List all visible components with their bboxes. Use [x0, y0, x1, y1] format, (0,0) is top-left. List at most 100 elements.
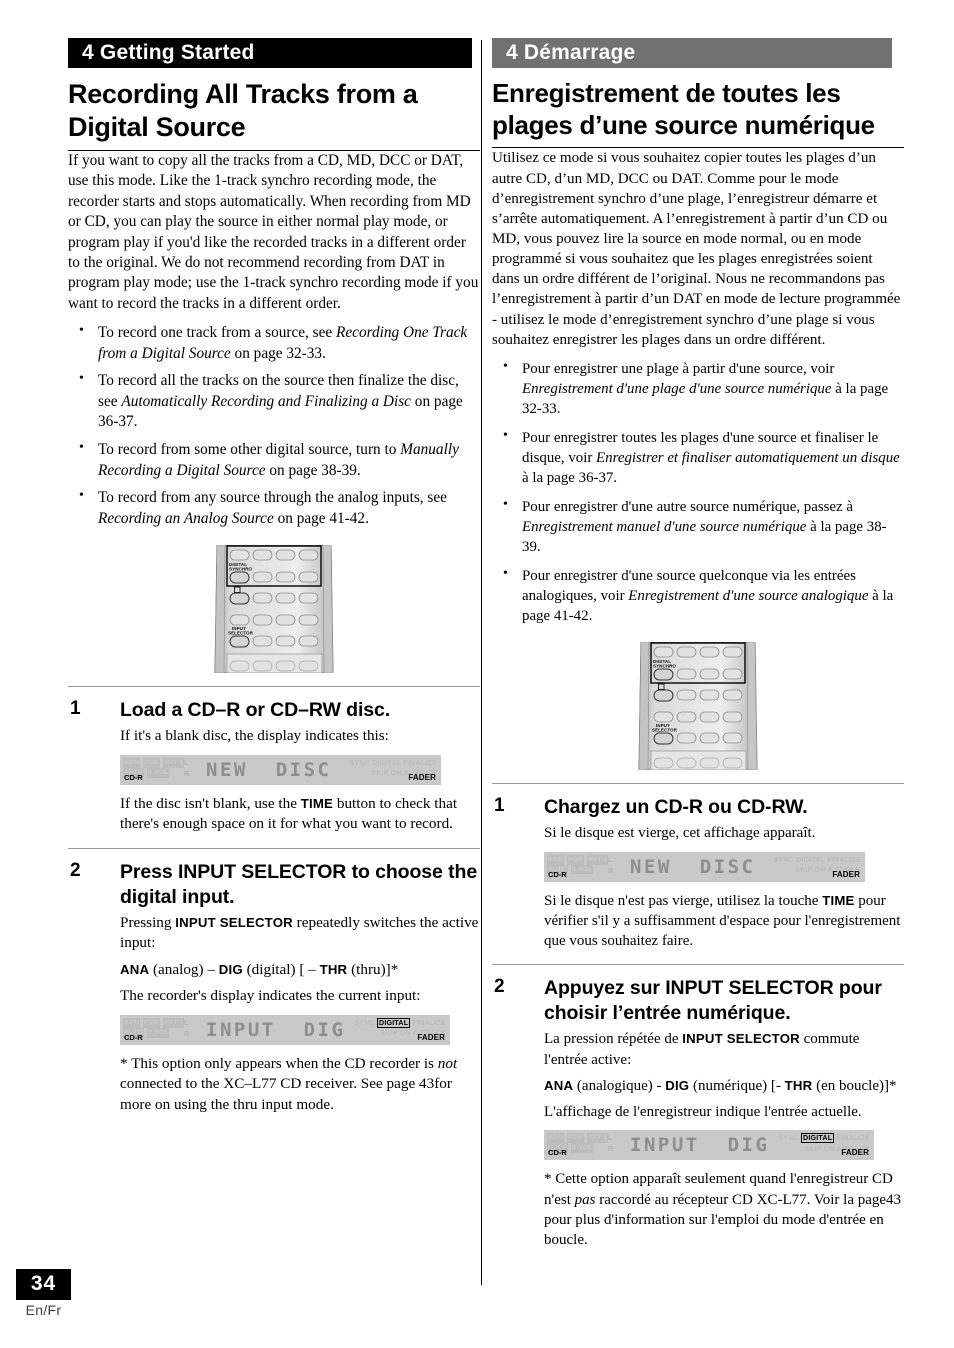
lead-pre: La pression répétée de [544, 1031, 683, 1048]
footnote-post: raccordé au récepteur CD XC-L77. Voir la… [544, 1191, 902, 1249]
step-2-fr: 2 Appuyez sur INPUT SELECTOR pour choisi… [492, 976, 904, 1250]
lcd-indicator-r: R [184, 768, 190, 778]
lcd-indicator-l: L [184, 1017, 189, 1027]
bullet-pre: To record one track from a source, see [98, 324, 337, 342]
lcd-indicator-r: R [184, 1028, 190, 1038]
lcd-display-new-disc-en: RDM PGM RPT-1 AUTO D.VOL L R CD-R NEW DI… [120, 754, 441, 785]
divider [68, 847, 480, 849]
list-item: Pour enregistrer une plage à partir d'un… [492, 358, 904, 419]
lcd-indicator-l: L [184, 757, 189, 767]
lcd-indicator-r: R [608, 1144, 614, 1154]
step-number: 1 [70, 698, 81, 720]
bullet-post: on page 41-42. [273, 509, 369, 527]
lcd-cdr-label: CD-R [124, 772, 143, 782]
list-item: To record from some other digital source… [68, 439, 480, 481]
lcd-main-text: NEW DISC [206, 758, 332, 781]
column-divider [481, 40, 482, 1285]
divider [68, 686, 480, 688]
footnote-fr: * Cette option apparaît seulement quand … [544, 1169, 904, 1250]
lcd-rdm: RDM [547, 1133, 565, 1144]
step-title: Appuyez sur INPUT SELECTOR pour choisir … [544, 977, 882, 1025]
bullet-ref: Enregistrement d'une source analogique [628, 588, 869, 605]
svg-text:SELECTOR: SELECTOR [652, 728, 678, 733]
lcd-rpt1: RPT-1 [163, 1017, 185, 1028]
lcd-rdm: RDM [547, 854, 565, 865]
bullet-ref: Enregistrement manuel d'une source numér… [522, 519, 807, 536]
page-number: 34 [16, 1269, 71, 1300]
list-item: To record from any source through the an… [68, 487, 480, 529]
lcd-dvol: D.VOL [570, 1143, 594, 1154]
step-number: 2 [494, 976, 505, 998]
lcd-pgm: PGM [143, 757, 161, 768]
ana-label: ANA [544, 1077, 574, 1093]
lcd-indicator-l: L [608, 1133, 613, 1143]
footnote-post: connected to the XC–L77 CD receiver. See… [120, 1075, 452, 1113]
chapter-banner-en: 4 Getting Started [68, 38, 472, 68]
page-title-en: Recording All Tracks from a Digital Sour… [68, 78, 480, 151]
bullet-list-en: To record one track from a source, see R… [68, 322, 480, 529]
lcd-rdm: RDM [123, 1017, 141, 1028]
bullet-ref: Automatically Recording and Finalizing a… [121, 392, 411, 410]
step-lead: Si le disque est vierge, cet affichage a… [544, 825, 816, 842]
step-1-en: 1 Load a CD–R or CD–RW disc. If it's a b… [68, 698, 480, 835]
step-lead2: The recorder's display indicates the cur… [120, 987, 421, 1005]
input-sequence: ANA (analogique) - DIG (numérique) [- TH… [544, 1076, 904, 1096]
lcd-fader-label: FADER [841, 1148, 869, 1158]
list-item: Pour enregistrer d'une source quelconque… [492, 565, 904, 626]
step-title: Chargez un CD-R ou CD-RW. [544, 796, 808, 819]
step-lead: If it's a blank disc, the display indica… [120, 727, 389, 745]
column-french: 4 Démarrage Enregistrement de toutes les… [492, 38, 904, 1256]
step-1-fr: 1 Chargez un CD-R ou CD-RW. Si le disque… [492, 795, 904, 951]
svg-text:SYNCHRO: SYNCHRO [653, 664, 676, 669]
lcd-display-input-dig-en: RDM PGM RPT-1 AUTO D.VOL L R CD-R INPUT … [120, 1014, 450, 1045]
bullet-ref: Enregistrer et finaliser automatiquement… [596, 450, 900, 467]
remote-control-diagram: DIGITAL SYNCHRO INPUT SELECTOR [214, 545, 334, 674]
thr-note: (en boucle)]* [812, 1077, 897, 1094]
time-button-ref: TIME [300, 795, 334, 811]
step-2-en: 2 Press INPUT SELECTOR to choose the dig… [68, 860, 480, 1116]
dig-note: (digital) [ – [242, 960, 320, 978]
thr-note: (thru)]* [347, 960, 399, 978]
lcd-rdm: RDM [123, 757, 141, 768]
dig-label: DIG [665, 1077, 690, 1093]
input-sequence: ANA (analog) – DIG (digital) [ – THR (th… [120, 960, 480, 981]
lcd-cdr-label: CD-R [548, 1148, 567, 1158]
lcd-indicator-r: R [608, 865, 614, 875]
lcd-fader-label: FADER [408, 772, 436, 782]
list-item: Pour enregistrer toutes les plages d'une… [492, 427, 904, 488]
lcd-sync-digital-finalize: SYNC DIGITAL FINALIZE [349, 758, 437, 767]
lcd-indicator-l: L [608, 854, 613, 864]
lead-pre: Pressing [120, 913, 176, 931]
lcd-rpt1: RPT-1 [587, 854, 609, 865]
bullet-post: à la page 36-37. [522, 470, 618, 487]
lcd-finalize: FINALIZE [410, 1018, 446, 1027]
lcd-pgm: PGM [143, 1017, 161, 1028]
lcd-fader-label: FADER [832, 869, 860, 879]
thr-label: THR [319, 961, 348, 977]
after-pre: Si le disque n'est pas vierge, utilisez … [544, 892, 823, 909]
input-selector-ref: INPUT SELECTOR [682, 1031, 800, 1047]
remote-illustration-en: DIGITAL SYNCHRO INPUT SELECTOR [68, 545, 480, 674]
step-number: 2 [70, 859, 81, 881]
footnote-emphasis: not [437, 1054, 458, 1072]
manual-page: 4 Getting Started Recording All Tracks f… [0, 0, 954, 1348]
page-title-fr: Enregistrement de toutes les plages d’un… [492, 78, 904, 149]
ana-note: (analog) – [149, 960, 219, 978]
lcd-sync-digital-finalize: SYNC DIGITAL FINALIZE [766, 1133, 870, 1144]
input-selector-ref: INPUT SELECTOR [175, 914, 293, 930]
svg-text:SELECTOR: SELECTOR [228, 631, 254, 636]
chapter-banner-fr: 4 Démarrage [492, 38, 892, 68]
step-title: Press INPUT SELECTOR to choose the digit… [120, 860, 478, 908]
lcd-pgm: PGM [567, 854, 585, 865]
list-item: To record one track from a source, see R… [68, 322, 480, 364]
step-after-text: If the disc isn't blank, use the TIME bu… [120, 794, 480, 835]
step-title: Load a CD–R or CD–RW disc. [120, 699, 391, 722]
lcd-display-new-disc-fr: RDM PGM RPT-1 AUTO D.VOL L R CD-R NEW DI… [544, 851, 865, 882]
footnote-en: * This option only appears when the CD r… [120, 1054, 480, 1116]
lcd-finalize: FINALIZE [834, 1134, 870, 1143]
remote-illustration-fr: DIGITAL SYNCHRO INPUT SELECTOR [492, 642, 904, 771]
lcd-rpt1: RPT-1 [163, 757, 185, 768]
lcd-dvol: D.VOL [570, 864, 594, 875]
footnote-emphasis: pas [574, 1191, 596, 1208]
ana-note: (analogique) - [573, 1077, 666, 1094]
